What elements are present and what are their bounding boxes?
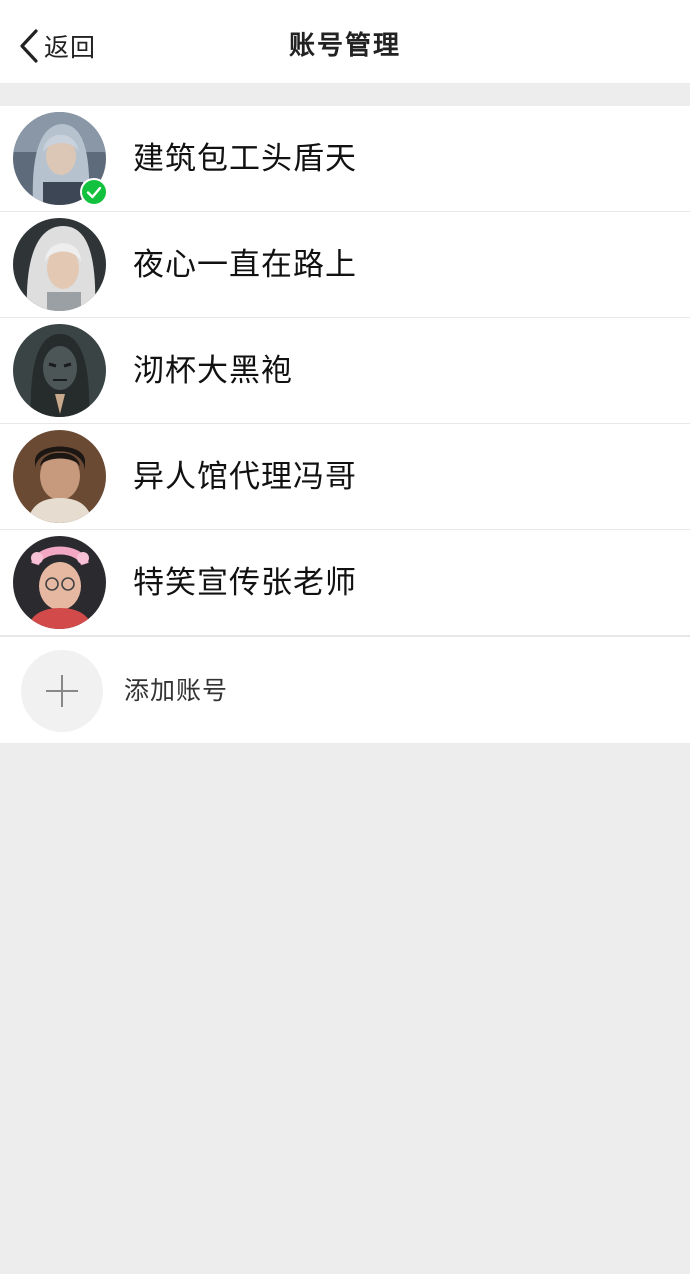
account-name: 特笑宣传张老师: [133, 565, 357, 601]
account-name: 建筑包工头盾天: [133, 141, 357, 177]
account-row[interactable]: 沏杯大黑袍: [0, 318, 690, 424]
avatar-man-pink-headband: [13, 536, 106, 629]
account-row[interactable]: 异人馆代理冯哥: [0, 424, 690, 530]
avatar-man-portrait: [13, 430, 106, 523]
plus-icon: [21, 650, 103, 732]
account-row[interactable]: 特笑宣传张老师: [0, 530, 690, 636]
avatar-white-hair-person: [13, 218, 106, 311]
add-account-row[interactable]: 添加账号: [0, 636, 690, 743]
account-name: 沏杯大黑袍: [133, 353, 293, 389]
account-row[interactable]: 夜心一直在路上: [0, 212, 690, 318]
page-title: 账号管理: [288, 31, 401, 61]
active-check-icon: [80, 178, 108, 206]
nav-bar: 返回 账号管理: [0, 0, 690, 83]
avatar-dark-masked-figure: [13, 324, 106, 417]
account-row[interactable]: 建筑包工头盾天: [0, 106, 690, 212]
account-name: 夜心一直在路上: [133, 247, 357, 283]
add-account-label: 添加账号: [124, 676, 229, 705]
account-list: 建筑包工头盾天 夜心一直在路上 沏杯大黑袍 异人馆代理冯哥 特笑宣传张老师 添加…: [0, 106, 690, 743]
section-gap: [0, 83, 690, 106]
account-name: 异人馆代理冯哥: [133, 459, 357, 495]
